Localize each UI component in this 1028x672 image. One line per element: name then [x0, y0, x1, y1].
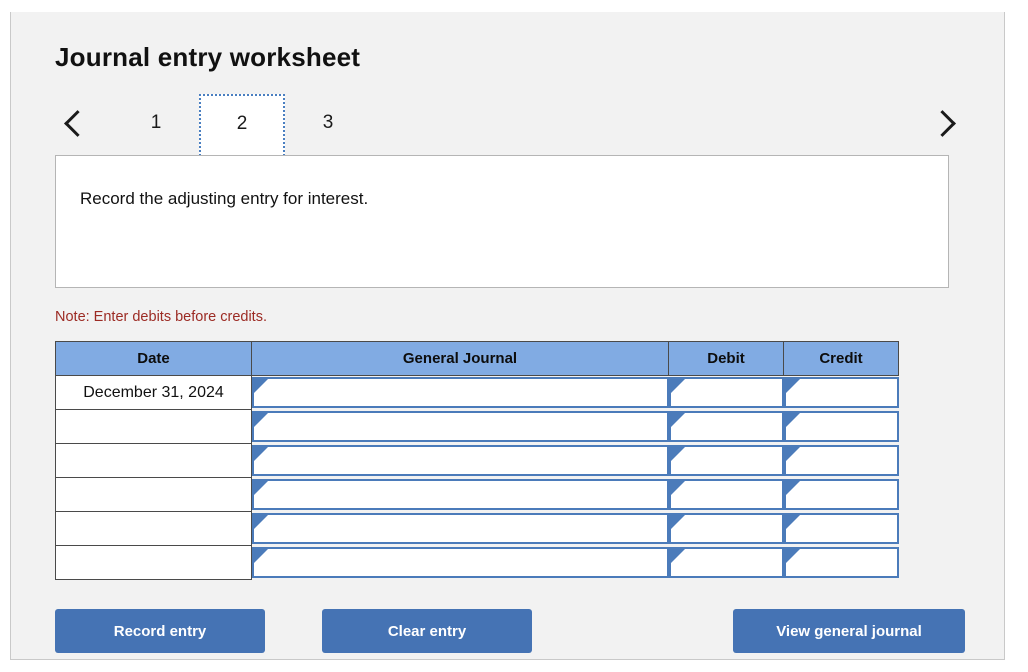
- debit-cell: [668, 444, 784, 478]
- credit-input[interactable]: [783, 513, 899, 544]
- record-entry-button[interactable]: Record entry: [55, 609, 265, 653]
- pager-next-button[interactable]: [925, 94, 965, 152]
- pager-tab-list: 1 2 3: [113, 94, 371, 156]
- clear-entry-button[interactable]: Clear entry: [322, 609, 532, 653]
- debit-cell: [668, 478, 784, 512]
- general-journal-cell: [252, 444, 669, 478]
- date-cell: [55, 409, 252, 444]
- column-header-date: Date: [55, 341, 252, 376]
- credit-cell: [783, 512, 899, 546]
- credit-input[interactable]: [783, 479, 899, 510]
- debit-input[interactable]: [668, 547, 784, 578]
- general-journal-cell: [252, 376, 669, 410]
- chevron-right-icon: [929, 109, 956, 137]
- pager-prev-button[interactable]: [55, 94, 95, 152]
- pager-tab-3[interactable]: 3: [285, 94, 371, 152]
- credit-input[interactable]: [783, 547, 899, 578]
- debit-input[interactable]: [668, 411, 784, 442]
- instruction-box: Record the adjusting entry for interest.: [55, 155, 949, 288]
- debit-cell: [668, 376, 784, 410]
- general-journal-input[interactable]: [252, 377, 669, 409]
- general-journal-cell: [252, 546, 669, 580]
- table-row: [55, 409, 899, 444]
- table-row: [55, 443, 899, 478]
- instruction-text: Record the adjusting entry for interest.: [80, 189, 369, 208]
- credit-input[interactable]: [783, 377, 899, 409]
- date-cell: [55, 545, 252, 580]
- credit-cell: [783, 376, 899, 410]
- debit-input[interactable]: [668, 513, 784, 544]
- view-general-journal-button[interactable]: View general journal: [733, 609, 965, 653]
- debit-cell: [668, 512, 784, 546]
- column-header-credit: Credit: [783, 341, 899, 376]
- general-journal-input[interactable]: [252, 513, 669, 544]
- pager-tab-1[interactable]: 1: [113, 94, 199, 152]
- debit-input[interactable]: [668, 377, 784, 409]
- chevron-left-icon: [64, 109, 91, 137]
- table-header-row: Date General Journal Debit Credit: [55, 341, 899, 376]
- pager: 1 2 3: [55, 94, 965, 156]
- date-cell: December 31, 2024: [55, 375, 252, 410]
- pager-tab-2[interactable]: 2: [199, 94, 285, 156]
- credit-cell: [783, 444, 899, 478]
- credit-cell: [783, 410, 899, 444]
- column-header-general-journal: General Journal: [251, 341, 669, 376]
- credit-input[interactable]: [783, 411, 899, 442]
- date-cell: [55, 477, 252, 512]
- table-row: December 31, 2024: [55, 375, 899, 410]
- debit-input[interactable]: [668, 445, 784, 476]
- credit-input[interactable]: [783, 445, 899, 476]
- general-journal-input[interactable]: [252, 547, 669, 578]
- date-cell: [55, 511, 252, 546]
- table-row: [55, 545, 899, 580]
- note-text: Note: Enter debits before credits.: [55, 309, 267, 325]
- general-journal-input[interactable]: [252, 411, 669, 442]
- page-title: Journal entry worksheet: [55, 42, 361, 72]
- general-journal-cell: [252, 410, 669, 444]
- journal-entry-table: Date General Journal Debit Credit Decemb…: [55, 341, 899, 580]
- worksheet-card: Journal entry worksheet 1 2 3 Record the…: [10, 12, 1005, 660]
- column-header-debit: Debit: [668, 341, 784, 376]
- general-journal-cell: [252, 512, 669, 546]
- credit-cell: [783, 546, 899, 580]
- general-journal-input[interactable]: [252, 445, 669, 476]
- debit-cell: [668, 410, 784, 444]
- credit-cell: [783, 478, 899, 512]
- table-row: [55, 477, 899, 512]
- debit-cell: [668, 546, 784, 580]
- date-cell: [55, 443, 252, 478]
- debit-input[interactable]: [668, 479, 784, 510]
- general-journal-input[interactable]: [252, 479, 669, 510]
- general-journal-cell: [252, 478, 669, 512]
- table-row: [55, 511, 899, 546]
